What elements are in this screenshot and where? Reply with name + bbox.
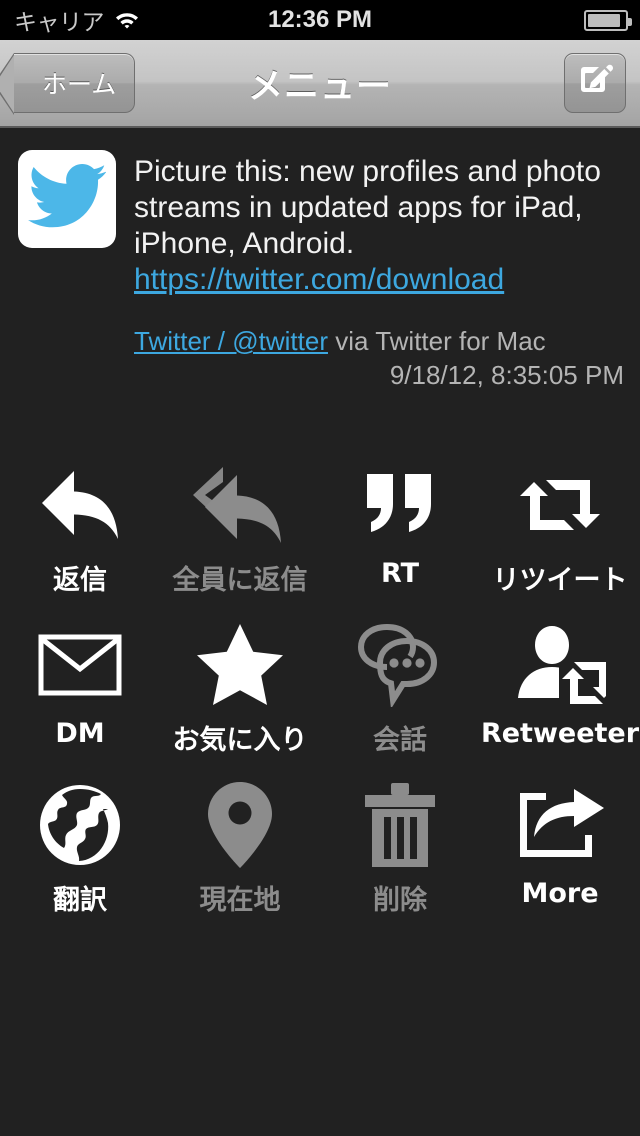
- action-retweet-label: リツイート: [492, 565, 628, 596]
- action-grid: 返信 全員に返信 RT リツイート DM お気に入り 会話 Retweeter …: [0, 462, 640, 942]
- action-location-label: 現在地: [199, 885, 281, 916]
- action-reply-all-label: 全員に返信: [172, 565, 308, 596]
- action-translate-label: 翻訳: [53, 885, 107, 916]
- action-conversation[interactable]: 会話: [320, 622, 480, 782]
- action-retweeter-label: Retweeter: [480, 718, 640, 749]
- tweet-via: via Twitter for Mac: [327, 326, 546, 356]
- share-icon: [480, 782, 640, 868]
- tweet-text-content: Picture this: new profiles and photo str…: [134, 155, 601, 260]
- tweet-url-link[interactable]: https://twitter.com/download: [134, 263, 504, 296]
- nav-bar: ホーム メニュー: [0, 40, 640, 128]
- compose-button[interactable]: [564, 53, 626, 113]
- action-location[interactable]: 現在地: [160, 782, 320, 942]
- action-favorite-label: お気に入り: [172, 725, 308, 756]
- tweet-detail: Picture this: new profiles and photo str…: [0, 128, 640, 391]
- star-icon: [160, 622, 320, 708]
- action-more[interactable]: More: [480, 782, 640, 942]
- action-retweeter[interactable]: Retweeter: [480, 622, 640, 782]
- action-retweet[interactable]: リツイート: [480, 462, 640, 622]
- twitter-bird-icon: [28, 163, 107, 235]
- reply-all-icon: [160, 462, 320, 548]
- retweeter-icon: [480, 622, 640, 708]
- avatar[interactable]: [18, 150, 116, 248]
- action-translate[interactable]: 翻訳: [0, 782, 160, 942]
- status-bar: キャリア 12:36 PM: [0, 0, 640, 40]
- action-more-label: More: [521, 878, 599, 909]
- app-screen: キャリア 12:36 PM ホーム メニュー Picture this: new…: [0, 0, 640, 1136]
- action-reply[interactable]: 返信: [0, 462, 160, 622]
- globe-icon: [0, 782, 160, 868]
- status-bar-time: 12:36 PM: [267, 6, 373, 33]
- tweet-text: Picture this: new profiles and photo str…: [134, 154, 624, 298]
- tweet-body: Picture this: new profiles and photo str…: [134, 150, 624, 391]
- envelope-icon: [0, 622, 160, 708]
- action-dm[interactable]: DM: [0, 622, 160, 782]
- action-favorite[interactable]: お気に入り: [160, 622, 320, 782]
- action-delete[interactable]: 削除: [320, 782, 480, 942]
- battery-icon: [584, 9, 632, 31]
- action-reply-all[interactable]: 全員に返信: [160, 462, 320, 622]
- conversation-icon: [320, 622, 480, 708]
- tweet-meta: Twitter / @twitter via Twitter for Mac: [134, 324, 624, 358]
- map-pin-icon: [160, 782, 320, 868]
- tweet-author-link[interactable]: Twitter / @twitter: [134, 326, 328, 356]
- quote-icon: [320, 462, 480, 548]
- action-rt-label: RT: [381, 558, 419, 589]
- action-conversation-label: 会話: [373, 725, 427, 756]
- compose-icon: [575, 61, 615, 106]
- reply-icon: [0, 462, 160, 548]
- back-button-label: ホーム: [42, 70, 117, 99]
- action-reply-label: 返信: [53, 565, 107, 596]
- action-delete-label: 削除: [373, 885, 427, 916]
- action-dm-label: DM: [55, 718, 105, 749]
- trash-icon: [320, 782, 480, 868]
- tweet-timestamp: 9/18/12, 8:35:05 PM: [389, 360, 624, 390]
- retweet-icon: [480, 462, 640, 548]
- battery-fill: [588, 13, 620, 27]
- status-bar-right: [584, 0, 632, 40]
- action-rt[interactable]: RT: [320, 462, 480, 622]
